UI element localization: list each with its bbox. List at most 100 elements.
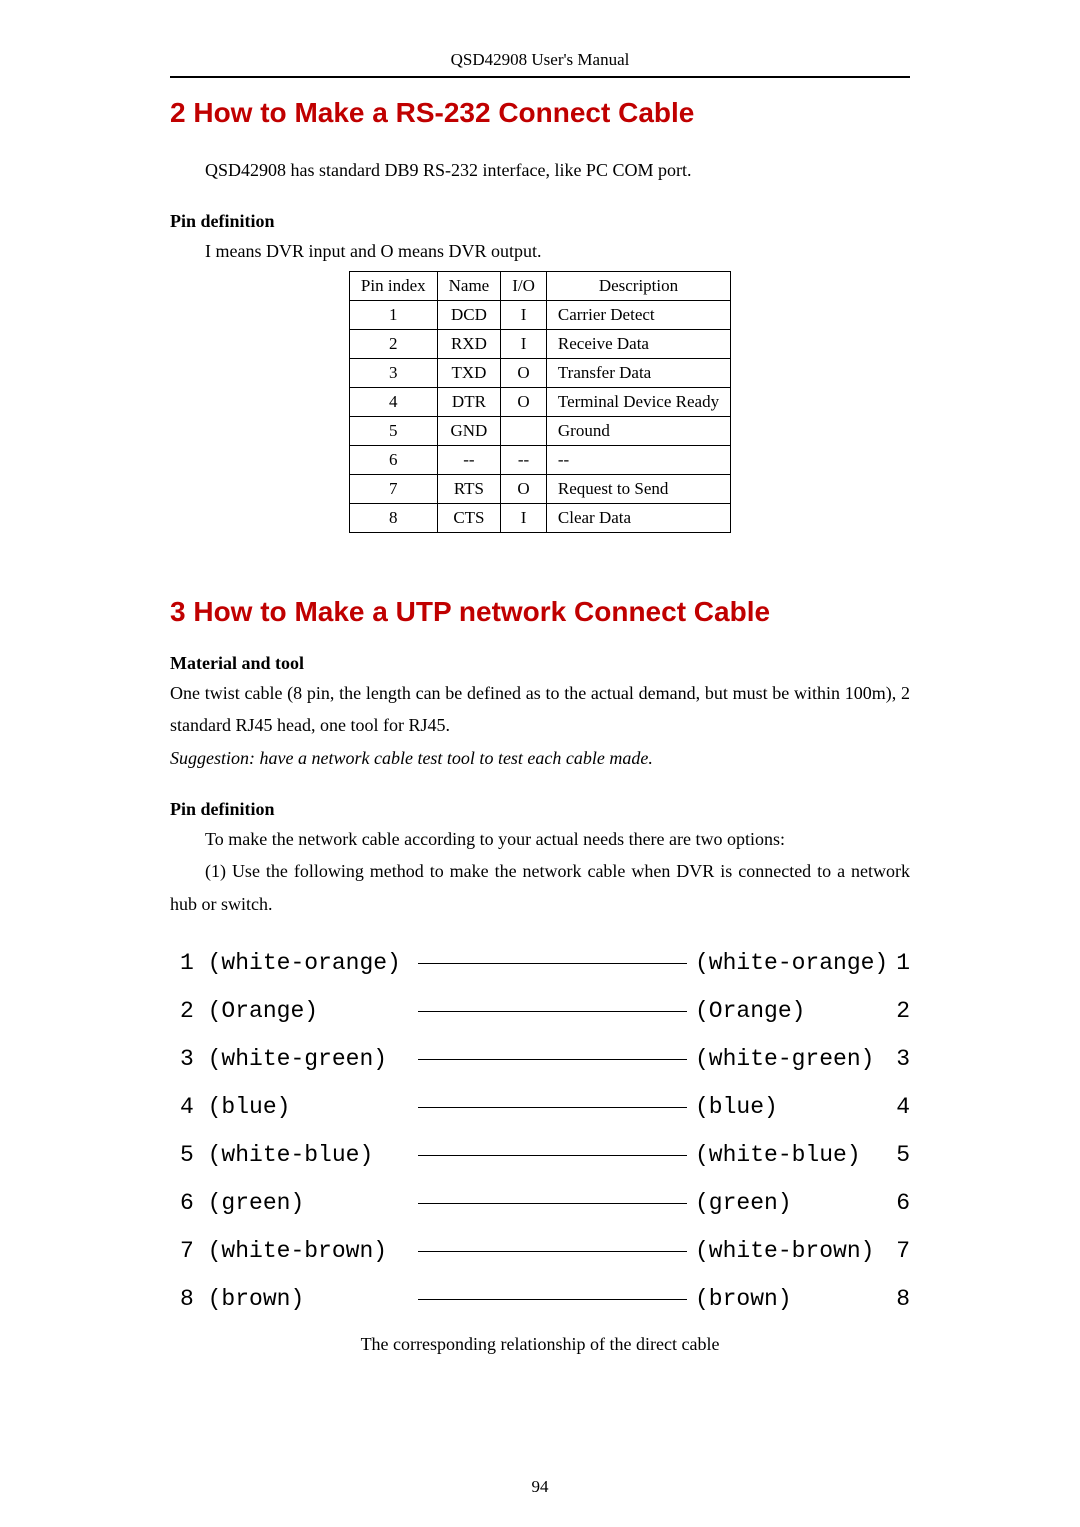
cell-idx: 8 (349, 503, 437, 532)
material-heading: Material and tool (170, 653, 910, 674)
wire-num: 4 (885, 1094, 910, 1120)
wire-left: 6 (green) (180, 1190, 410, 1216)
cell-name: RTS (437, 474, 501, 503)
cell-io: O (501, 358, 547, 387)
wire-left: 4 (blue) (180, 1094, 410, 1120)
cell-desc: Ground (546, 416, 730, 445)
wire-row: 2 (Orange) (Orange) 2 (180, 998, 910, 1024)
wire-line-icon (418, 1059, 687, 1060)
cell-idx: 7 (349, 474, 437, 503)
wire-right: (white-green) (695, 1046, 885, 1072)
section3-heading: 3 How to Make a UTP network Connect Cabl… (170, 596, 910, 628)
wire-row: 6 (green) (green) 6 (180, 1190, 910, 1216)
pin-table: Pin index Name I/O Description 1 DCD I C… (349, 271, 731, 533)
wire-row: 1 (white-orange) (white-orange) 1 (180, 950, 910, 976)
cell-idx: 4 (349, 387, 437, 416)
wire-num: 8 (885, 1286, 910, 1312)
cell-io: I (501, 300, 547, 329)
wire-line-icon (418, 1203, 687, 1204)
cell-idx: 5 (349, 416, 437, 445)
table-row: 1 DCD I Carrier Detect (349, 300, 730, 329)
wire-row: 5 (white-blue) (white-blue) 5 (180, 1142, 910, 1168)
table-row: 4 DTR O Terminal Device Ready (349, 387, 730, 416)
wire-right: (white-orange) (695, 950, 885, 976)
cell-desc: Clear Data (546, 503, 730, 532)
cell-io: O (501, 474, 547, 503)
pin-def-heading-s2: Pin definition (170, 211, 910, 232)
wire-left: 3 (white-green) (180, 1046, 410, 1072)
wire-num: 5 (885, 1142, 910, 1168)
cell-desc: Carrier Detect (546, 300, 730, 329)
cell-name: CTS (437, 503, 501, 532)
wire-num: 6 (885, 1190, 910, 1216)
wire-line-icon (418, 1011, 687, 1012)
wire-right: (Orange) (695, 998, 885, 1024)
wire-num: 2 (885, 998, 910, 1024)
th-pinindex: Pin index (349, 271, 437, 300)
cell-name: -- (437, 445, 501, 474)
cell-io: I (501, 329, 547, 358)
th-name: Name (437, 271, 501, 300)
wire-left: 8 (brown) (180, 1286, 410, 1312)
cell-desc: Receive Data (546, 329, 730, 358)
cell-desc: Request to Send (546, 474, 730, 503)
cell-io: I (501, 503, 547, 532)
wire-right: (blue) (695, 1094, 885, 1120)
wire-right: (white-brown) (695, 1238, 885, 1264)
cell-idx: 2 (349, 329, 437, 358)
table-row: 7 RTS O Request to Send (349, 474, 730, 503)
wire-right: (green) (695, 1190, 885, 1216)
wire-line-icon (418, 1155, 687, 1156)
table-row: 2 RXD I Receive Data (349, 329, 730, 358)
wiring-caption: The corresponding relationship of the di… (170, 1334, 910, 1355)
wire-left: 1 (white-orange) (180, 950, 410, 976)
cell-idx: 3 (349, 358, 437, 387)
wire-line-icon (418, 1299, 687, 1300)
wire-num: 1 (885, 950, 910, 976)
suggestion-text: Suggestion: have a network cable test to… (170, 742, 910, 774)
wire-line-icon (418, 1251, 687, 1252)
cell-desc: Terminal Device Ready (546, 387, 730, 416)
wire-right: (brown) (695, 1286, 885, 1312)
cell-name: GND (437, 416, 501, 445)
wire-row: 8 (brown) (brown) 8 (180, 1286, 910, 1312)
section2-intro: QSD42908 has standard DB9 RS-232 interfa… (170, 154, 910, 186)
cell-io: -- (501, 445, 547, 474)
wire-line-icon (418, 963, 687, 964)
wire-num: 3 (885, 1046, 910, 1072)
cell-name: RXD (437, 329, 501, 358)
wire-left: 2 (Orange) (180, 998, 410, 1024)
cell-idx: 6 (349, 445, 437, 474)
wire-left: 5 (white-blue) (180, 1142, 410, 1168)
cell-io: O (501, 387, 547, 416)
th-io: I/O (501, 271, 547, 300)
cell-name: TXD (437, 358, 501, 387)
wire-row: 4 (blue) (blue) 4 (180, 1094, 910, 1120)
cell-idx: 1 (349, 300, 437, 329)
wire-right: (white-blue) (695, 1142, 885, 1168)
cell-name: DCD (437, 300, 501, 329)
table-row: 6 -- -- -- (349, 445, 730, 474)
cell-name: DTR (437, 387, 501, 416)
wire-row: 7 (white-brown) (white-brown) 7 (180, 1238, 910, 1264)
pin-def-text1: To make the network cable according to y… (170, 823, 910, 855)
doc-header: QSD42908 User's Manual (170, 50, 910, 78)
cell-desc: -- (546, 445, 730, 474)
section2-heading: 2 How to Make a RS-232 Connect Cable (170, 97, 910, 129)
table-row: 3 TXD O Transfer Data (349, 358, 730, 387)
material-text: One twist cable (8 pin, the length can b… (170, 677, 910, 742)
page-number: 94 (0, 1477, 1080, 1497)
pin-def-heading-s3: Pin definition (170, 799, 910, 820)
table-header-row: Pin index Name I/O Description (349, 271, 730, 300)
cell-io (501, 416, 547, 445)
wire-line-icon (418, 1107, 687, 1108)
table-row: 5 GND Ground (349, 416, 730, 445)
pin-def-note: I means DVR input and O means DVR output… (170, 235, 910, 267)
wire-row: 3 (white-green) (white-green) 3 (180, 1046, 910, 1072)
th-desc: Description (546, 271, 730, 300)
wire-left: 7 (white-brown) (180, 1238, 410, 1264)
pin-def-text2: (1) Use the following method to make the… (170, 855, 910, 920)
wiring-diagram: 1 (white-orange) (white-orange) 1 2 (Ora… (170, 950, 910, 1312)
cell-desc: Transfer Data (546, 358, 730, 387)
wire-num: 7 (885, 1238, 910, 1264)
